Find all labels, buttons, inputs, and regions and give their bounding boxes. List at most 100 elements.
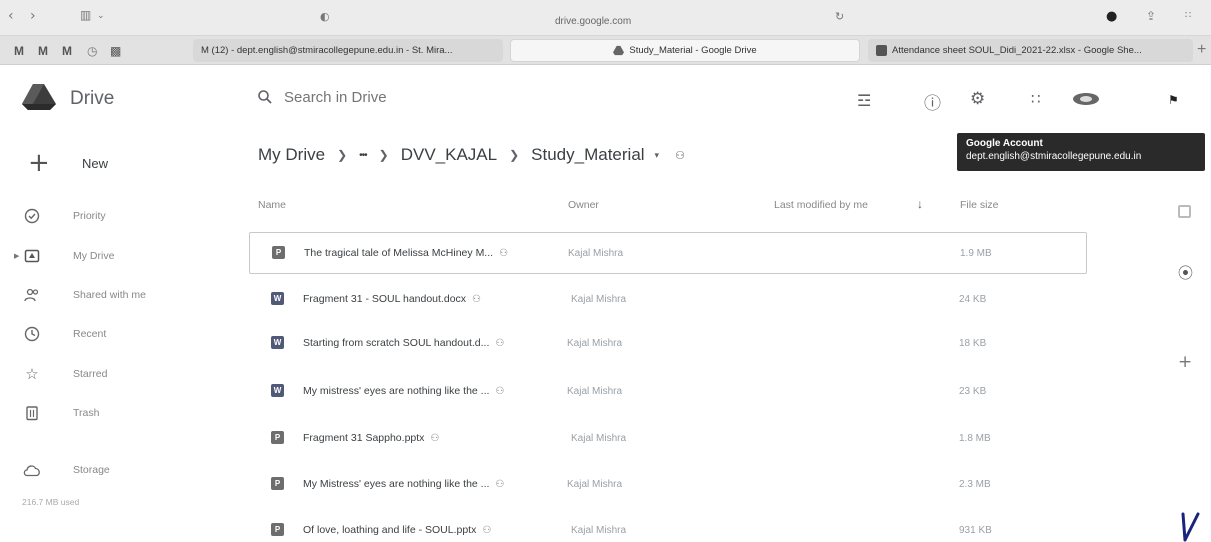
plus-icon: + [28, 148, 50, 178]
storage-usage-text: 216.7 MB used [22, 497, 80, 507]
table-row[interactable]: W My mistress' eyes are nothing like the… [249, 371, 1087, 413]
reload-icon[interactable]: ↻ [835, 10, 844, 23]
file-name[interactable]: My mistress' eyes are nothing like the .… [303, 385, 504, 397]
extension-icon[interactable]: ● [1106, 9, 1117, 24]
chevron-down-icon[interactable]: ⌄ [97, 11, 105, 21]
sidebar-item-label: Shared with me [73, 289, 146, 301]
drive-logo-icon[interactable] [22, 84, 56, 110]
file-size: 24 KB [959, 294, 987, 305]
tab-overview-icon[interactable]: ∷ [1185, 10, 1191, 21]
file-size: 18 KB [959, 338, 987, 349]
url-bar[interactable]: drive.google.com [555, 16, 631, 27]
table-row[interactable]: W Fragment 31 - SOUL handout.docx ⚇ Kajal… [249, 279, 1087, 321]
tab-study-material[interactable]: Study_Material - Google Drive [510, 39, 860, 62]
sidebar-item-recent[interactable]: Recent [22, 324, 106, 344]
file-name[interactable]: Fragment 31 - SOUL handout.docx ⚇ [303, 293, 481, 305]
clock-icon [22, 324, 42, 344]
file-name[interactable]: Fragment 31 Sappho.pptx ⚇ [303, 432, 439, 444]
column-header-file-size[interactable]: File size [960, 199, 999, 211]
table-row[interactable]: P Fragment 31 Sappho.pptx ⚇ Kajal Mishra … [249, 418, 1087, 460]
shared-icon: ⚇ [472, 294, 482, 305]
back-icon[interactable]: ‹ [8, 8, 14, 24]
sidebar-item-storage[interactable]: Storage [22, 460, 110, 480]
shared-icon: ⚇ [495, 338, 505, 349]
sidebar-item-priority[interactable]: Priority [22, 206, 106, 226]
tab-study-material-label: Study_Material - Google Drive [629, 45, 757, 56]
sidebar-item-trash[interactable]: Trash [22, 403, 99, 423]
shared-icon: ⚇ [482, 525, 492, 536]
sidebar-item-starred[interactable]: ☆ Starred [22, 364, 107, 384]
file-size: 2.3 MB [959, 479, 991, 490]
pinned-tab-clock[interactable]: ◷ [87, 44, 97, 58]
new-button[interactable]: + New [28, 150, 108, 176]
new-button-label: New [82, 155, 109, 171]
file-owner: Kajal Mishra [567, 479, 623, 490]
tab-attendance-sheet[interactable]: Attendance sheet SOUL_Didi_2021-22.xlsx … [868, 39, 1193, 62]
account-tooltip: Google Account dept.english@stmiracolleg… [957, 133, 1205, 171]
file-owner: Kajal Mishra [571, 525, 627, 536]
expand-caret-icon[interactable]: ▶ [14, 252, 19, 260]
tooltip-title: Google Account [966, 138, 1043, 149]
file-owner: Kajal Mishra [571, 433, 627, 444]
settings-gear-icon[interactable]: ⚙ [970, 89, 985, 109]
forward-icon[interactable]: › [30, 8, 36, 24]
tab-bar: M M M ◷ ▩ M (12) - dept.english@stmiraco… [0, 36, 1211, 65]
search-options-icon[interactable]: ☲ [857, 91, 871, 110]
slides-file-icon: P [272, 246, 285, 259]
tooltip-email: dept.english@stmiracollegepune.edu.in [966, 151, 1142, 162]
column-header-owner[interactable]: Owner [568, 199, 599, 211]
sort-arrow-down-icon[interactable]: ↓ [917, 197, 923, 211]
help-icon[interactable]: ⓘ [924, 89, 941, 114]
apps-grid-icon[interactable]: ∷ [1031, 90, 1041, 108]
file-name[interactable]: Of love, loathing and life - SOUL.pptx ⚇ [303, 524, 491, 536]
pinned-tab-gmail-3[interactable]: M [62, 44, 72, 58]
file-owner: Kajal Mishra [567, 386, 623, 397]
column-header-name[interactable]: Name [258, 199, 286, 211]
pinned-tab-gmail-1[interactable]: M [14, 44, 24, 58]
sidebar-item-my-drive[interactable]: My Drive [22, 246, 114, 266]
column-header-last-modified[interactable]: Last modified by me [774, 199, 868, 211]
file-owner: Kajal Mishra [567, 338, 623, 349]
docs-file-icon: W [271, 292, 284, 305]
breadcrumb-more-icon[interactable]: ••• [359, 150, 367, 161]
file-size: 1.8 MB [959, 433, 991, 444]
docs-file-icon: W [271, 336, 284, 349]
shared-icon [22, 285, 42, 305]
breadcrumb-separator-icon: ❯ [337, 148, 348, 162]
shared-icon: ⚇ [499, 248, 509, 259]
file-name[interactable]: The tragical tale of Melissa McHiney M..… [304, 247, 508, 259]
tab-gmail[interactable]: M (12) - dept.english@stmiracollegepune.… [193, 39, 503, 62]
search-input[interactable] [284, 89, 544, 106]
breadcrumb-current-folder[interactable]: Study_Material [531, 145, 644, 165]
breadcrumb-folder[interactable]: DVV_KAJAL [401, 145, 497, 165]
table-row[interactable]: P Of love, loathing and life - SOUL.pptx… [249, 510, 1087, 542]
shared-icon: ⚇ [430, 433, 440, 444]
pinned-tab-grid[interactable]: ▩ [110, 44, 121, 58]
calendar-icon[interactable] [1178, 205, 1191, 218]
file-size: 1.9 MB [960, 248, 992, 259]
slides-file-icon: P [271, 477, 284, 490]
add-addon-icon[interactable]: + [1178, 352, 1192, 372]
cursor-pointer-icon: ⚑ [1168, 93, 1179, 107]
file-name[interactable]: My Mistress' eyes are nothing like the .… [303, 478, 504, 490]
folder-dropdown-icon[interactable]: ▾ [655, 150, 660, 161]
search-icon[interactable] [258, 90, 272, 104]
file-name[interactable]: Starting from scratch SOUL handout.d... ⚇ [303, 337, 504, 349]
sidebar-item-label: Starred [73, 368, 108, 380]
breadcrumb-my-drive[interactable]: My Drive [258, 145, 325, 165]
docs-file-icon: W [271, 384, 284, 397]
pinned-tab-gmail-2[interactable]: M [38, 44, 48, 58]
breadcrumb: My Drive ❯ ••• ❯ DVV_KAJAL ❯ Study_Mater… [258, 145, 685, 165]
table-row[interactable]: P My Mistress' eyes are nothing like the… [249, 464, 1087, 506]
app-name: Drive [70, 88, 115, 109]
star-icon: ☆ [25, 366, 39, 383]
share-icon[interactable]: ⇪ [1146, 9, 1156, 23]
sidebar-item-shared[interactable]: Shared with me [22, 285, 146, 305]
sidebar-toggle-icon[interactable]: ▥ [80, 8, 91, 22]
account-avatar-icon[interactable] [1071, 90, 1101, 108]
new-tab-icon[interactable]: + [1197, 41, 1206, 59]
privacy-shield-icon[interactable]: ◐ [320, 10, 330, 23]
table-row[interactable]: P The tragical tale of Melissa McHiney M… [249, 232, 1087, 274]
table-row[interactable]: W Starting from scratch SOUL handout.d..… [249, 323, 1087, 365]
tasks-icon[interactable]: ⦿ [1178, 262, 1193, 283]
